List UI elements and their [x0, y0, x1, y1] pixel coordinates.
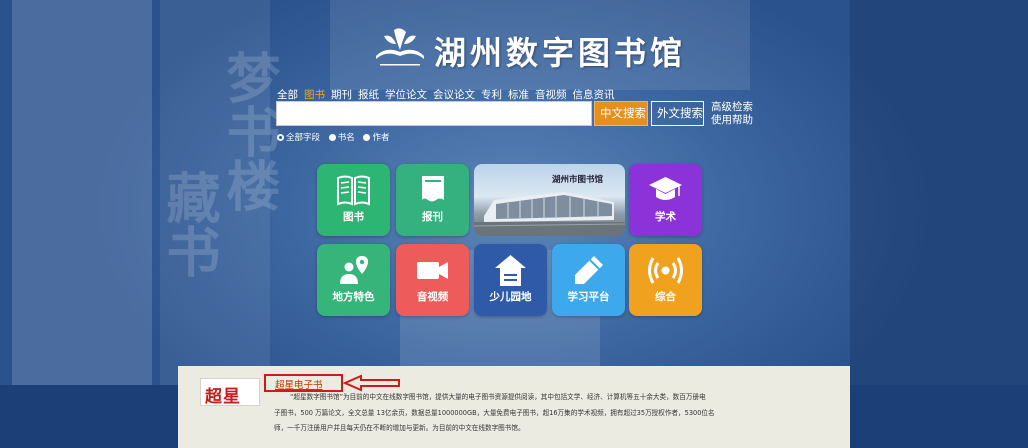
chaoxing-ebook-link[interactable]: 超星电子书: [275, 377, 323, 391]
category-newspapers[interactable]: 报纸: [358, 89, 379, 101]
tile-newspapers-label: 报刊: [422, 211, 443, 223]
search-links: 高级检索 使用帮助: [711, 101, 753, 127]
option-all-fields[interactable]: 全部字段: [277, 133, 320, 143]
description-line-3: 师，一千万注册用户并且每天仍在不断的增加与更新。为目前的中文在线数字图书馆。: [274, 424, 525, 432]
chaoxing-logo[interactable]: 超星: [200, 378, 260, 407]
radio-icon: [328, 134, 336, 141]
foreign-search-button[interactable]: 外文搜索: [651, 101, 704, 126]
tile-audio-video[interactable]: 音视频: [396, 244, 469, 316]
tile-books-label: 图书: [343, 211, 364, 223]
tile-books[interactable]: 图书: [317, 164, 390, 236]
description-text-1: “超星数字图书馆”为目前的中文在线数字图书馆，提供大量的电子图书资源提供阅读，其…: [290, 393, 706, 401]
radio-selected-icon: [277, 134, 284, 141]
tile-newspapers[interactable]: 报刊: [396, 164, 469, 236]
site-title: 湖州数字图书馆: [434, 34, 687, 72]
library-photo-caption: 湖州市图书馆: [552, 175, 604, 185]
tile-learning-platform[interactable]: 学习平台: [552, 244, 625, 316]
description-line-2: 子图书，500 万篇论文，全文总量 13亿余页，数据总量1000000GB，大量…: [274, 408, 715, 417]
tile-academic-label: 学术: [655, 211, 676, 223]
category-theses[interactable]: 学位论文: [385, 89, 427, 101]
category-books[interactable]: 图书: [304, 89, 325, 101]
house-icon: [495, 255, 526, 286]
graduation-cap-icon: [649, 177, 682, 200]
description-line-1: “超星数字图书馆”为目前的中文在线数字图书馆，提供大量的电子图书资源提供阅读，其…: [274, 390, 819, 406]
option-all-fields-label: 全部字段: [286, 133, 321, 143]
category-standards[interactable]: 标准: [508, 89, 529, 101]
tile-academic[interactable]: 学术: [629, 164, 702, 236]
background-building-left: [12, 0, 152, 385]
tile-kids-corner[interactable]: 少儿园地: [474, 244, 547, 316]
site-logo[interactable]: 湖州数字图书馆: [372, 18, 682, 78]
option-title[interactable]: 书名: [328, 133, 355, 143]
chinese-search-button[interactable]: 中文搜索: [594, 101, 648, 126]
option-title-label: 书名: [337, 133, 355, 143]
newspaper-icon: [422, 176, 444, 202]
tile-local-specialty-label: 地方特色: [332, 291, 375, 303]
location-person-icon: [340, 256, 368, 284]
pencil-icon: [575, 256, 603, 284]
category-all[interactable]: 全部: [277, 89, 298, 101]
background-building-right: [850, 0, 1028, 385]
background-calligraphy-2: 藏书: [157, 170, 221, 278]
category-journals[interactable]: 期刊: [331, 89, 352, 101]
chaoxing-logo-text: 超星: [205, 387, 241, 407]
broadcast-icon: [648, 257, 683, 284]
option-author[interactable]: 作者: [363, 133, 389, 143]
option-author-label: 作者: [372, 133, 390, 143]
video-camera-icon: [417, 262, 448, 279]
info-panel: 超星 超星电子书 “超星数字图书馆”为目前的中文在线数字图书馆，提供大量的电子图…: [178, 366, 850, 448]
tile-library-photo[interactable]: 湖州市图书馆: [474, 164, 625, 236]
radio-icon: [363, 134, 371, 141]
tile-local-specialty[interactable]: 地方特色: [317, 244, 390, 316]
book-icon: [337, 175, 370, 206]
tile-general[interactable]: 综合: [629, 244, 702, 316]
category-conference-papers[interactable]: 会议论文: [433, 89, 475, 101]
library-emblem-icon: [376, 28, 424, 66]
help-link[interactable]: 使用帮助: [711, 114, 753, 127]
category-patents[interactable]: 专利: [481, 89, 502, 101]
advanced-search-link[interactable]: 高级检索: [711, 101, 753, 114]
category-audio-video[interactable]: 音视频: [535, 89, 567, 101]
tile-kids-corner-label: 少儿园地: [489, 291, 532, 303]
search-input[interactable]: [276, 101, 592, 126]
tile-audio-video-label: 音视频: [416, 291, 449, 303]
tile-learning-platform-label: 学习平台: [567, 291, 610, 303]
search-field-options: 全部字段 书名 作者: [277, 131, 395, 143]
category-nav: 全部 图书 期刊 报纸 学位论文 会议论文 专利 标准 音视频 信息资讯: [277, 87, 621, 102]
chaoxing-description: “超星数字图书馆”为目前的中文在线数字图书馆，提供大量的电子图书资源提供阅读，其…: [274, 390, 819, 437]
tile-general-label: 综合: [655, 291, 676, 303]
category-news[interactable]: 信息资讯: [573, 89, 615, 101]
